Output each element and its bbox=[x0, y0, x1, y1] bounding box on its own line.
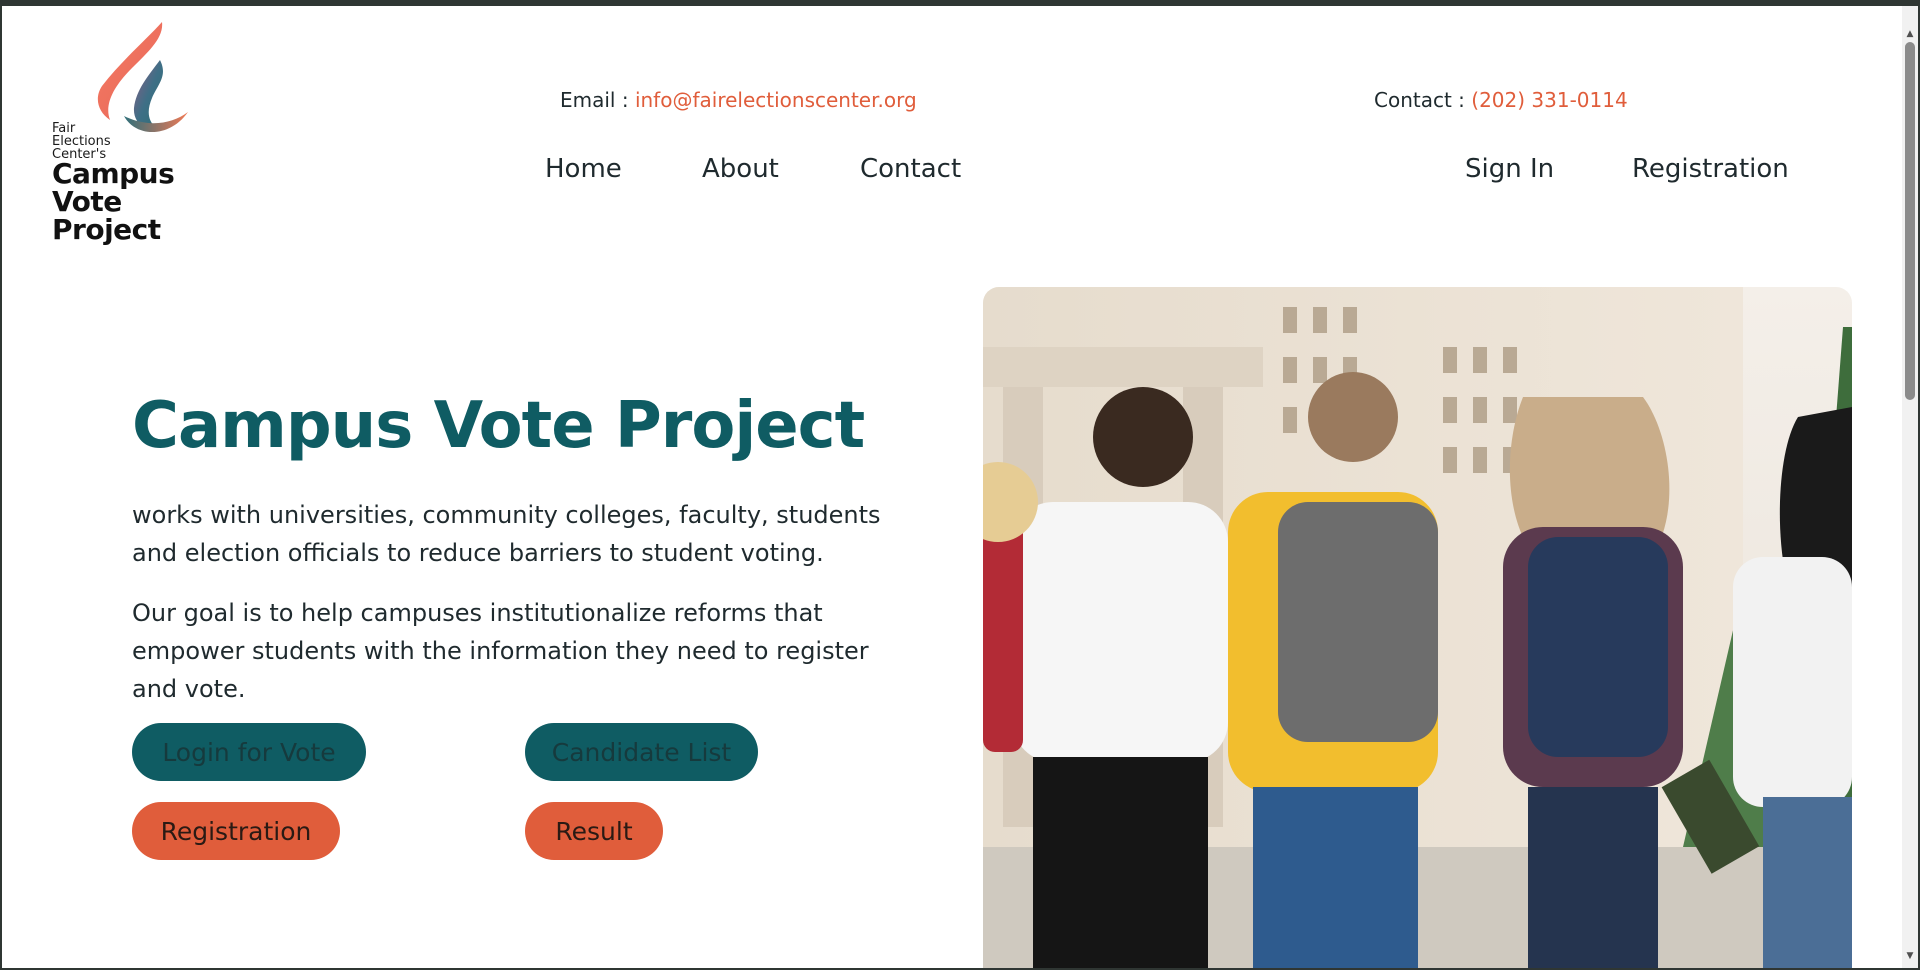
email-link[interactable]: info@fairelectionscenter.org bbox=[635, 88, 917, 112]
page-scrollbar[interactable]: ▲ ▼ bbox=[1902, 6, 1918, 968]
login-for-vote-button[interactable]: Login for Vote bbox=[132, 723, 366, 781]
hero-students-image bbox=[983, 287, 1852, 970]
phone-info: Contact : (202) 331-0114 bbox=[1374, 88, 1628, 112]
nav-registration[interactable]: Registration bbox=[1632, 154, 1789, 184]
nav-about[interactable]: About bbox=[702, 154, 779, 184]
hero-goal: Our goal is to help campuses institution… bbox=[132, 599, 869, 703]
hero-title: Campus Vote Project bbox=[132, 389, 865, 463]
window-left-border bbox=[0, 0, 2, 970]
students-photo bbox=[983, 287, 1852, 970]
scroll-down-icon[interactable]: ▼ bbox=[1902, 948, 1918, 964]
site-logo[interactable]: Fair Elections Center's Campus Vote Proj… bbox=[52, 20, 202, 250]
email-label: Email : bbox=[560, 88, 635, 112]
logo-wordmark: Campus Vote Project bbox=[52, 157, 175, 246]
phone-link[interactable]: (202) 331-0114 bbox=[1471, 88, 1627, 112]
logo-tagline: Fair Elections Center's bbox=[52, 121, 111, 162]
nav-home[interactable]: Home bbox=[545, 154, 622, 184]
result-button[interactable]: Result bbox=[525, 802, 663, 860]
contact-label: Contact : bbox=[1374, 88, 1472, 112]
candidate-list-button[interactable]: Candidate List bbox=[525, 723, 758, 781]
scroll-thumb[interactable] bbox=[1905, 42, 1915, 400]
hero-description: works with universities, community colle… bbox=[132, 501, 881, 567]
nav-sign-in[interactable]: Sign In bbox=[1465, 154, 1554, 184]
nav-contact[interactable]: Contact bbox=[860, 154, 961, 184]
scroll-up-icon[interactable]: ▲ bbox=[1902, 26, 1918, 42]
window-top-border bbox=[0, 0, 1920, 6]
email-info: Email : info@fairelectionscenter.org bbox=[560, 88, 917, 112]
registration-button[interactable]: Registration bbox=[132, 802, 340, 860]
